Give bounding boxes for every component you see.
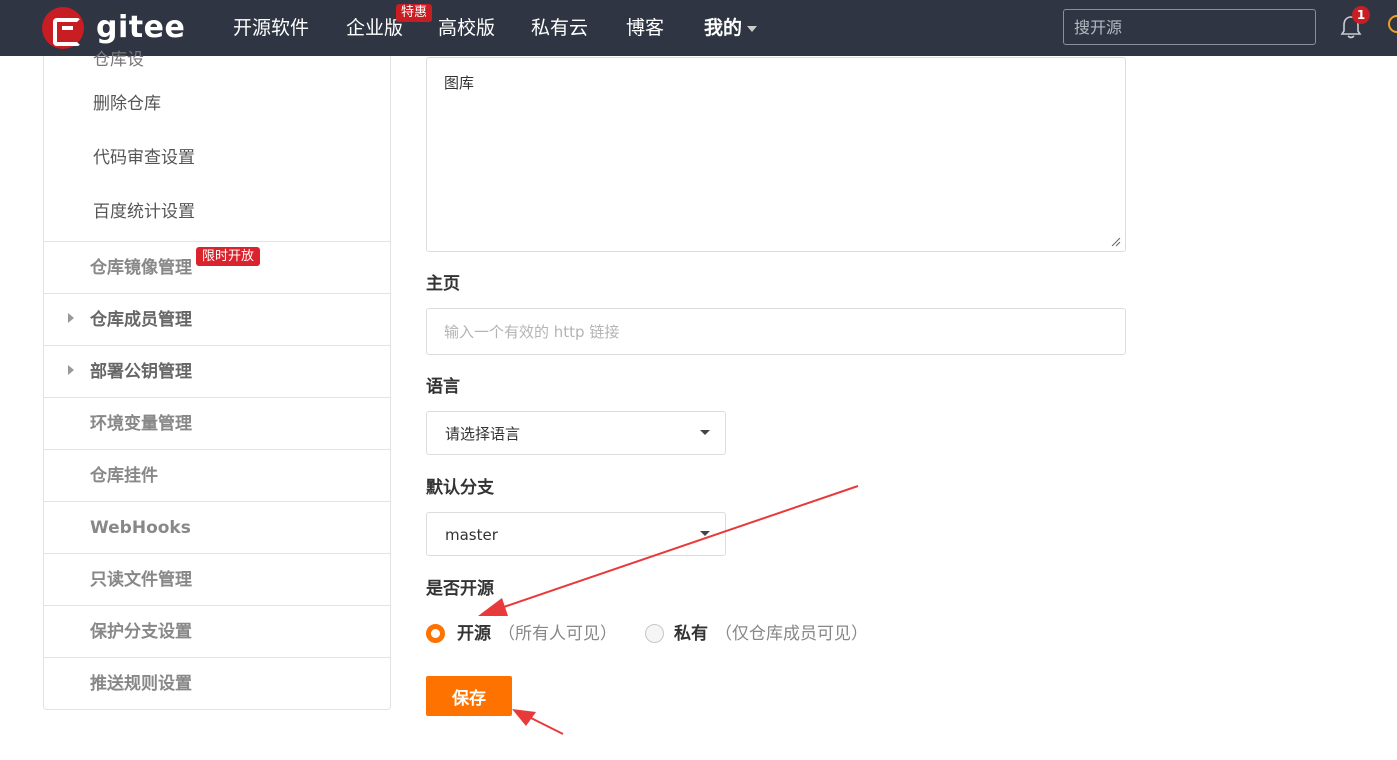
logo-text: gitee	[96, 10, 186, 45]
sidebar-item-protected-branches[interactable]: 保护分支设置	[44, 605, 390, 657]
nav-mine-label: 我的	[704, 17, 743, 39]
sidebar-item-push-rules[interactable]: 推送规则设置	[44, 657, 390, 709]
caret-right-icon	[68, 365, 74, 375]
nav-private-cloud[interactable]: 私有云	[531, 14, 588, 42]
nav-education[interactable]: 高校版	[438, 14, 495, 42]
sidebar-item-label: 部署公钥管理	[90, 362, 192, 382]
sidebar-item-repo-widgets[interactable]: 仓库挂件	[44, 449, 390, 501]
settings-sidebar: 仓库设 删除仓库 代码审查设置 百度统计设置 仓库镜像管理 限时开放 仓库成员管…	[43, 50, 391, 710]
sidebar-subitem-code-review[interactable]: 代码审查设置	[93, 146, 195, 170]
top-navbar: gitee 开源软件 企业版 特惠 高校版 私有云 博客 我的 1	[0, 0, 1397, 56]
open-source-radio-label[interactable]: 开源	[457, 622, 491, 646]
sidebar-item-readonly-files[interactable]: 只读文件管理	[44, 553, 390, 605]
gitee-logo-icon	[42, 7, 84, 49]
enterprise-promo-badge: 特惠	[396, 4, 433, 22]
sidebar-item-label: 仓库挂件	[90, 466, 158, 486]
private-radio[interactable]	[645, 624, 664, 643]
sidebar-item-label: 仓库镜像管理	[90, 258, 192, 278]
sidebar-subitem-partial[interactable]: 仓库设	[93, 48, 144, 72]
sidebar-item-label: 只读文件管理	[90, 570, 192, 590]
nav-blog[interactable]: 博客	[626, 14, 664, 42]
save-button[interactable]: 保存	[426, 676, 512, 716]
sidebar-item-label: 保护分支设置	[90, 622, 192, 642]
caret-down-icon	[700, 430, 710, 435]
gitee-logo[interactable]: gitee	[42, 7, 186, 49]
sidebar-item-deploy-keys[interactable]: 部署公钥管理	[44, 345, 390, 397]
language-select-value: 请选择语言	[445, 425, 521, 443]
default-branch-label: 默认分支	[426, 478, 494, 498]
description-textarea[interactable]: 图库	[426, 57, 1126, 252]
visibility-label: 是否开源	[426, 579, 494, 599]
nav-open-source[interactable]: 开源软件	[233, 14, 309, 42]
sidebar-item-env-vars[interactable]: 环境变量管理	[44, 397, 390, 449]
sidebar-item-repo-mirror[interactable]: 仓库镜像管理 限时开放	[44, 241, 390, 293]
sidebar-item-label: 仓库成员管理	[90, 310, 192, 330]
homepage-input[interactable]	[426, 308, 1126, 355]
resize-grip-icon[interactable]	[1111, 237, 1121, 247]
chevron-down-icon	[747, 25, 758, 32]
nav-mine-dropdown[interactable]: 我的	[704, 14, 758, 42]
sidebar-item-label: WebHooks	[90, 518, 191, 538]
default-branch-value: master	[445, 526, 498, 544]
lightbulb-icon[interactable]	[1385, 14, 1397, 40]
annotation-arrowhead-save	[512, 709, 536, 726]
language-select[interactable]: 请选择语言	[426, 411, 726, 455]
language-label: 语言	[426, 377, 460, 397]
caret-right-icon	[68, 313, 74, 323]
sidebar-item-repo-members[interactable]: 仓库成员管理	[44, 293, 390, 345]
sidebar-item-label: 环境变量管理	[90, 414, 192, 434]
sidebar-item-label: 推送规则设置	[90, 674, 192, 694]
limited-open-badge: 限时开放	[196, 247, 261, 266]
notification-count-badge: 1	[1352, 6, 1370, 24]
nav-enterprise[interactable]: 企业版	[346, 14, 403, 42]
homepage-label: 主页	[426, 274, 460, 294]
sidebar-subitem-baidu-stats[interactable]: 百度统计设置	[93, 200, 195, 224]
default-branch-select[interactable]: master	[426, 512, 726, 556]
private-radio-label[interactable]: 私有	[674, 622, 708, 646]
private-hint: （仅仓库成员可见）	[715, 624, 868, 644]
annotation-arrow-save	[526, 715, 564, 735]
search-input[interactable]	[1063, 9, 1316, 45]
sidebar-item-webhooks[interactable]: WebHooks	[44, 501, 390, 553]
open-source-radio[interactable]	[426, 624, 445, 643]
caret-down-icon	[700, 531, 710, 536]
sidebar-subitem-delete-repo[interactable]: 删除仓库	[93, 92, 161, 116]
open-source-hint: （所有人可见）	[498, 624, 617, 644]
